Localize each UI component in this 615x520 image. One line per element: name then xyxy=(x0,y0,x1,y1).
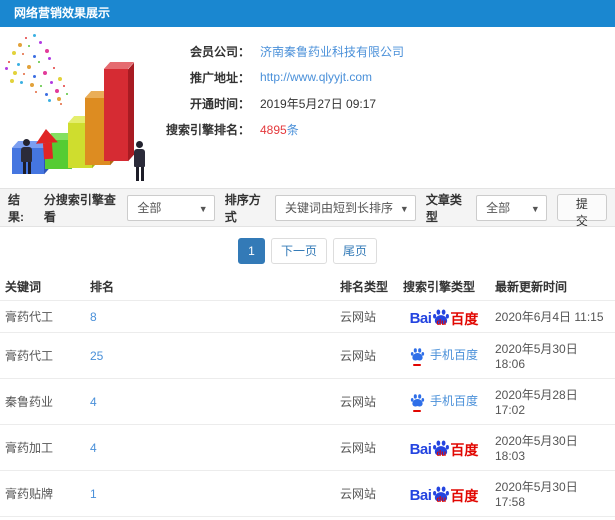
updated-time-cell: 2020年5月28日 17:02 xyxy=(490,378,615,425)
col-header-engine-type: 搜索引擎类型 xyxy=(403,280,476,294)
keyword-cell: 膏药代工 xyxy=(0,300,85,333)
keyword-cell: 膏药加工 xyxy=(0,424,85,471)
sort-select[interactable]: 关键词由短到长排序 ▼ xyxy=(275,194,416,221)
table-body: 膏药代工 8 云网站 Bai du 百度 2020年6月4日 11:15 膏药代工 25 云网站手… xyxy=(0,300,615,520)
results-table: 关键词 排名 排名类型 搜索引擎类型 最新更新时间 膏药代工 8 云网站 Bai du 百… xyxy=(0,274,615,520)
info-row-opened: 开通时间： 2019年5月27日 09:17 xyxy=(162,90,615,116)
article-type-select[interactable]: 全部 ▼ xyxy=(476,194,547,221)
rank-type-cell: 云网站 xyxy=(335,300,398,333)
rank-cell: 8 xyxy=(85,300,335,333)
updated-time-cell: 2020年5月30日 18:06 xyxy=(490,332,615,379)
sort-label: 排序方式 xyxy=(224,192,261,224)
table-row: 膏药代工 8 云网站 Bai du 百度 2020年6月4日 11:15 xyxy=(0,300,615,333)
rank-type-cell: 云网站 xyxy=(335,332,398,379)
rank-type-cell: 云网站 xyxy=(335,424,398,471)
rank-link[interactable]: 1 xyxy=(90,487,97,501)
info-section: 会员公司： 济南秦鲁药业科技有限公司 推广地址： http://www.qlyy… xyxy=(0,27,615,188)
page-button-current[interactable]: 1 xyxy=(237,237,265,264)
filter-bar: 结果: 分搜索引擎查看 全部 ▼ 排序方式 关键词由短到长排序 ▼ 文章类型 全… xyxy=(0,188,615,228)
company-link[interactable]: 济南秦鲁药业科技有限公司 xyxy=(260,43,404,60)
table-row: 秦鲁药业 4 云网站 手机百度 2020年5月28日 17:02 xyxy=(0,378,615,425)
table-row: 口罩贴牌29云网站手机百度2020年5月28日 16:55 xyxy=(0,516,615,520)
promo-url-link[interactable]: http://www.qlyyjt.com xyxy=(260,70,372,84)
growth-chart-illustration xyxy=(0,29,175,187)
rank-link[interactable]: 25 xyxy=(90,349,103,363)
rank-count-value: 4895条 xyxy=(260,122,299,137)
rank-link[interactable]: 4 xyxy=(90,395,97,409)
info-row-url: 推广地址： http://www.qlyyjt.com xyxy=(162,64,615,90)
rank-cell: 4 xyxy=(85,378,335,425)
page-title: 网络营销效果展示 xyxy=(14,6,111,20)
chevron-down-icon: ▼ xyxy=(198,203,208,214)
businessman-figure xyxy=(21,139,32,174)
engine-type-cell: Bai du 百度 xyxy=(398,424,490,471)
rank-cell: 4 xyxy=(85,424,335,471)
baidu-logo: Bai du 百度 xyxy=(409,440,479,458)
next-page-button[interactable]: 下一页 xyxy=(270,237,327,264)
pagination: 1 下一页 尾页 xyxy=(0,227,615,274)
baidu-paw-icon xyxy=(410,347,425,360)
baidu-logo: Bai du 百度 xyxy=(409,309,479,327)
table-row: 膏药代工 25 云网站 手机百度 2020年5月30日 18:06 xyxy=(0,332,615,379)
baidu-logo: Bai du 百度 xyxy=(409,486,479,504)
company-label: 会员公司： xyxy=(189,44,250,59)
submit-button[interactable]: 提交 xyxy=(556,194,607,228)
rank-type-cell: 云网站 xyxy=(335,378,398,425)
opened-time-label: 开通时间： xyxy=(189,96,250,111)
article-type-label: 文章类型 xyxy=(425,192,462,224)
keyword-cell: 口罩贴牌 xyxy=(0,516,85,520)
updated-time-cell: 2020年5月28日 16:55 xyxy=(490,516,615,520)
rank-type-cell: 云网站 xyxy=(335,516,398,520)
mobile-baidu-logo: 手机百度 xyxy=(410,393,478,412)
rank-cell: 25 xyxy=(85,332,335,379)
rank-type-cell: 云网站 xyxy=(335,470,398,517)
engine-type-cell: 手机百度 xyxy=(398,516,490,520)
rank-link[interactable]: 4 xyxy=(90,441,97,455)
col-header-rank-type: 排名类型 xyxy=(340,280,389,294)
engine-type-cell: Bai du 百度 xyxy=(398,300,490,333)
table-header-row: 关键词 排名 排名类型 搜索引擎类型 最新更新时间 xyxy=(0,274,615,301)
engine-type-cell: 手机百度 xyxy=(398,378,490,425)
engine-type-cell: 手机百度 xyxy=(398,332,490,379)
keyword-cell: 膏药代工 xyxy=(0,332,85,379)
promo-url-label: 推广地址： xyxy=(189,70,250,85)
table-row: 膏药加工 4 云网站 Bai du 百度 2020年5月30日 18:03 xyxy=(0,424,615,471)
updated-time-cell: 2020年5月30日 17:58 xyxy=(490,470,615,517)
info-row-rank-count: 搜索引擎排名： 4895条 xyxy=(162,116,615,142)
engine-view-select[interactable]: 全部 ▼ xyxy=(127,194,215,221)
rank-count-label: 搜索引擎排名： xyxy=(165,122,250,137)
thinking-figure xyxy=(134,141,145,181)
rank-cell: 29 xyxy=(85,516,335,520)
keyword-cell: 秦鲁药业 xyxy=(0,378,85,425)
chart-bar xyxy=(103,62,135,161)
updated-time-cell: 2020年6月4日 11:15 xyxy=(490,300,615,333)
table-row: 膏药贴牌 1 云网站 Bai du 百度 2020年5月30日 17:58 xyxy=(0,470,615,517)
info-row-company: 会员公司： 济南秦鲁药业科技有限公司 xyxy=(162,38,615,64)
baidu-paw-icon xyxy=(410,393,425,406)
window-title-bar: 网络营销效果展示 xyxy=(0,0,615,27)
result-label: 结果: xyxy=(8,192,24,224)
updated-time-cell: 2020年5月30日 18:03 xyxy=(490,424,615,471)
opened-time-value: 2019年5月27日 09:17 xyxy=(260,96,377,111)
col-header-updated: 最新更新时间 xyxy=(495,280,568,294)
mobile-baidu-logo: 手机百度 xyxy=(410,347,478,366)
chevron-down-icon: ▼ xyxy=(399,203,409,214)
chevron-down-icon: ▼ xyxy=(530,203,540,214)
keyword-cell: 膏药贴牌 xyxy=(0,470,85,517)
up-arrow-icon xyxy=(34,128,59,160)
engine-view-label: 分搜索引擎查看 xyxy=(43,192,116,224)
rank-cell: 1 xyxy=(85,470,335,517)
col-header-rank: 排名 xyxy=(90,280,115,294)
col-header-keyword: 关键词 xyxy=(5,280,42,294)
last-page-button[interactable]: 尾页 xyxy=(333,237,378,264)
engine-type-cell: Bai du 百度 xyxy=(398,470,490,517)
rank-link[interactable]: 8 xyxy=(90,310,97,324)
